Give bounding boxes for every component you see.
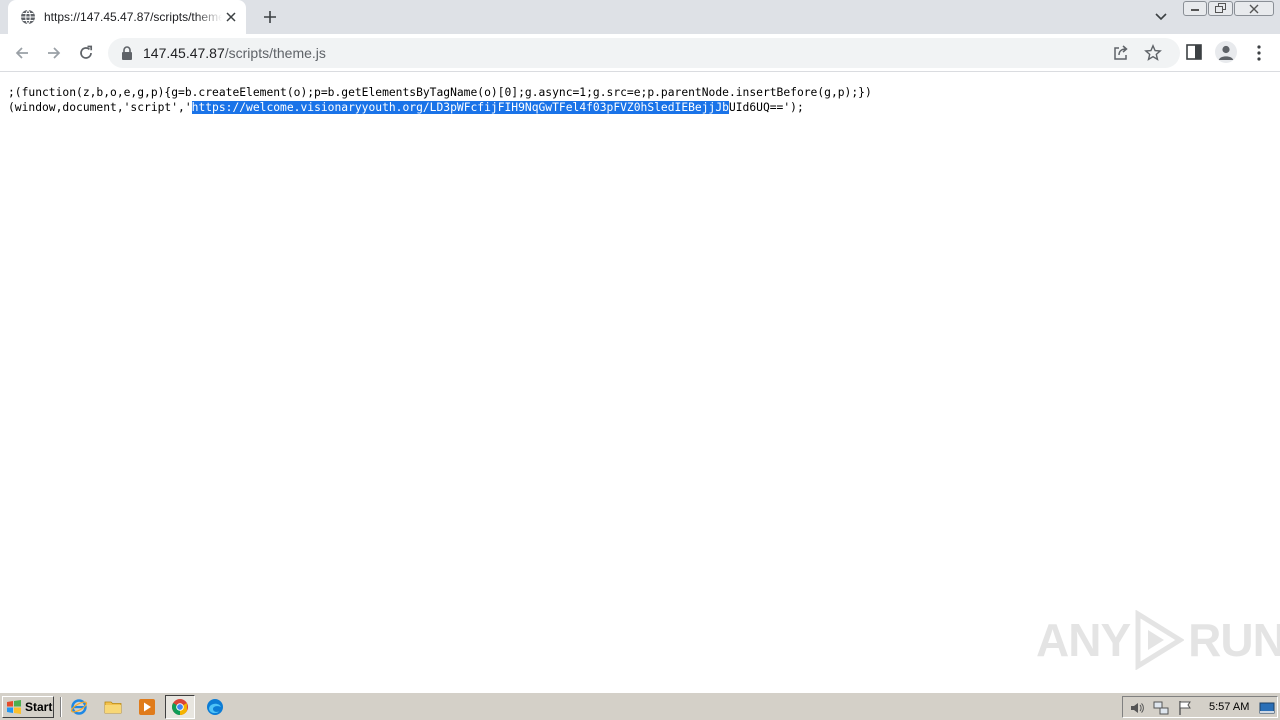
share-icon[interactable] xyxy=(1112,44,1130,62)
arrow-right-icon xyxy=(48,47,61,59)
windows-taskbar: Start 5:57 AM xyxy=(0,692,1280,720)
code-line-2-prefix: (window,document,'script',' xyxy=(8,101,192,114)
plus-icon xyxy=(264,11,276,23)
script-source-text[interactable]: ;(function(z,b,o,e,g,p){g=b.createElemen… xyxy=(8,85,1272,115)
chrome-menu-button[interactable] xyxy=(1252,43,1266,63)
tab-strip: https://147.45.47.87/scripts/theme.js xyxy=(0,0,1280,34)
more-vertical-icon xyxy=(1257,45,1261,61)
action-center-flag-icon[interactable] xyxy=(1177,700,1193,716)
code-line-2-suffix: UId6UQ=='); xyxy=(728,101,804,114)
explorer-folder-icon[interactable] xyxy=(104,698,122,716)
code-line-1: ;(function(z,b,o,e,g,p){g=b.createElemen… xyxy=(8,86,872,99)
reload-icon xyxy=(80,45,93,59)
close-icon xyxy=(226,12,236,22)
start-label: Start xyxy=(25,700,53,714)
chevron-down-icon xyxy=(1155,13,1167,21)
profile-avatar[interactable] xyxy=(1215,41,1237,63)
restore-icon xyxy=(1214,3,1226,13)
anyrun-watermark: ANY RUN xyxy=(1036,608,1280,672)
show-desktop-icon[interactable] xyxy=(1259,700,1275,716)
ie-icon[interactable] xyxy=(70,698,88,716)
play-triangle-icon xyxy=(1135,610,1185,670)
page-content: ;(function(z,b,o,e,g,p){g=b.createElemen… xyxy=(0,73,1280,691)
address-bar[interactable]: 147.45.47.87/scripts/theme.js xyxy=(108,38,1180,68)
forward-button[interactable] xyxy=(42,41,66,65)
back-button[interactable] xyxy=(10,41,34,65)
system-tray: 5:57 AM xyxy=(1122,696,1278,718)
selected-url-text[interactable]: https://welcome.visionaryyouth.org/LD3pW… xyxy=(191,101,729,114)
tab-title: https://147.45.47.87/scripts/theme.js xyxy=(44,10,222,24)
browser-tab-active[interactable]: https://147.45.47.87/scripts/theme.js xyxy=(8,0,246,34)
url-host: 147.45.47.87 xyxy=(143,45,225,61)
star-icon[interactable] xyxy=(1144,44,1162,62)
minimize-icon xyxy=(1191,8,1199,11)
arrow-left-icon xyxy=(15,47,28,59)
side-panel-icon[interactable] xyxy=(1185,43,1203,61)
new-tab-button[interactable] xyxy=(259,7,281,27)
media-player-icon[interactable] xyxy=(138,698,156,716)
chrome-taskbar-button[interactable] xyxy=(165,695,195,719)
browser-toolbar: 147.45.47.87/scripts/theme.js xyxy=(0,34,1280,72)
watermark-text-right: RUN xyxy=(1188,614,1280,666)
network-icon[interactable] xyxy=(1153,700,1169,716)
tab-search-button[interactable] xyxy=(1151,7,1171,27)
tab-close-button[interactable] xyxy=(222,8,240,26)
edge-icon[interactable] xyxy=(206,698,224,716)
taskbar-separator xyxy=(60,697,62,717)
window-minimize-button[interactable] xyxy=(1183,1,1207,16)
url-path: /scripts/theme.js xyxy=(224,45,326,61)
reload-button[interactable] xyxy=(74,41,98,65)
person-icon xyxy=(1218,45,1234,60)
taskbar-clock[interactable]: 5:57 AM xyxy=(1209,701,1249,713)
chrome-icon xyxy=(172,699,188,715)
window-close-button[interactable] xyxy=(1234,1,1274,16)
close-icon xyxy=(1249,4,1259,13)
watermark-text-left: ANY xyxy=(1036,614,1131,666)
start-button[interactable]: Start xyxy=(2,696,54,718)
windows-logo-icon xyxy=(7,700,21,714)
volume-icon[interactable] xyxy=(1129,700,1145,716)
lock-icon[interactable] xyxy=(120,45,134,61)
address-url[interactable]: 147.45.47.87/scripts/theme.js xyxy=(143,45,326,61)
window-restore-button[interactable] xyxy=(1208,1,1233,16)
globe-icon xyxy=(21,9,35,25)
